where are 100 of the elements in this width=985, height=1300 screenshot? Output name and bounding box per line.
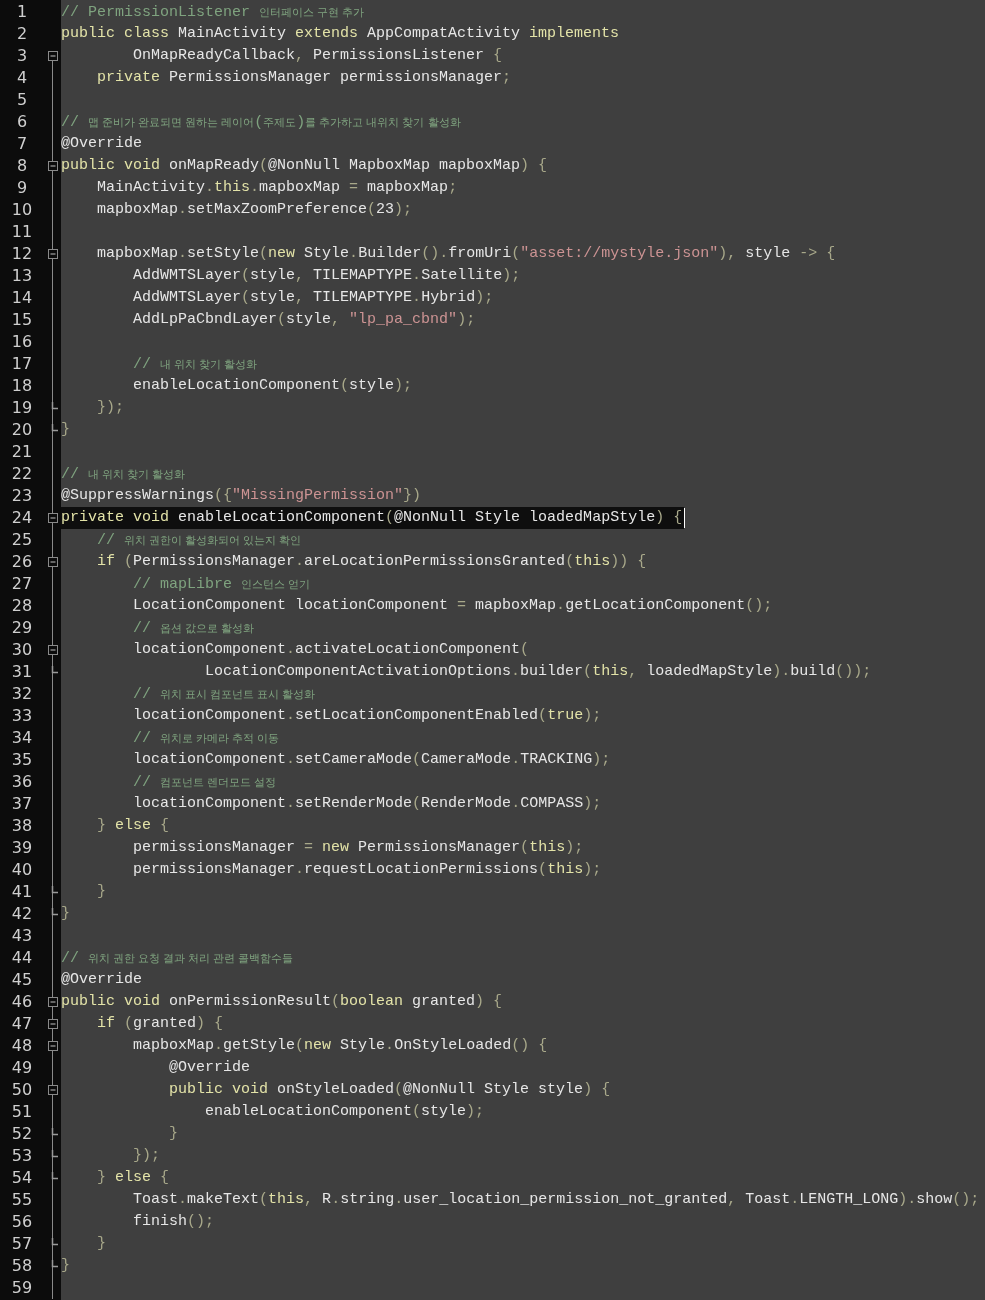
line-number: 42: [10, 903, 34, 925]
line-number: 24: [10, 507, 34, 529]
code-line: // 옵션 값으로 활성화: [132, 619, 255, 639]
code-line: public void onStyleLoaded(@NonNull Style style) {: [168, 1080, 611, 1100]
line-number: 6: [15, 111, 29, 133]
line-number: 52: [10, 1123, 34, 1145]
line-number: 29: [10, 617, 34, 639]
line-number: 28: [10, 595, 34, 617]
line-number: 34: [10, 727, 34, 749]
line-number: 54: [10, 1167, 34, 1189]
code-line: } else {: [96, 816, 170, 836]
collapse-icon[interactable]: [48, 513, 58, 523]
collapse-icon[interactable]: [48, 1041, 58, 1051]
code-line: locationComponent.setCameraMode(CameraMode.TRACKING);: [132, 750, 611, 770]
code-line: enableLocationComponent(style);: [132, 376, 413, 396]
line-number: 17: [10, 353, 34, 375]
code-line: AddWMTSLayer(style, TILEMAPTYPE.Hybrid);: [132, 288, 494, 308]
text-cursor: [684, 508, 686, 528]
line-number: 55: [10, 1189, 34, 1211]
code-line: public void onMapReady(@NonNull MapboxMap mapboxMap) {: [61, 156, 548, 176]
line-number: 39: [10, 837, 34, 859]
line-number: 16: [10, 331, 34, 353]
collapse-icon[interactable]: [48, 249, 58, 259]
code-line: finish();: [132, 1212, 215, 1232]
code-line: // 위치로 카메라 추적 이동: [132, 729, 280, 749]
line-number: 58: [10, 1255, 34, 1277]
line-number: 5: [15, 89, 29, 111]
collapse-icon[interactable]: [48, 997, 58, 1007]
code-line: MainActivity.this.mapboxMap = mapboxMap;: [96, 178, 458, 198]
line-number: 48: [10, 1035, 34, 1057]
line-number: 21: [10, 441, 34, 463]
code-line: permissionsManager.requestLocationPermissions(this);: [132, 860, 602, 880]
code-line: public class MainActivity extends AppCompatActivity implements: [61, 24, 620, 44]
code-line: // 위치 권한이 활성화되어 있는지 확인: [96, 531, 302, 551]
line-number: 25: [10, 529, 34, 551]
collapse-icon[interactable]: [48, 557, 58, 567]
collapse-icon[interactable]: [48, 161, 58, 171]
code-line: }: [61, 420, 70, 440]
line-number: 9: [15, 177, 29, 199]
line-number: 7: [15, 133, 29, 155]
line-number: 20: [10, 419, 34, 441]
line-number: 44: [10, 947, 34, 969]
line-number: 10: [10, 199, 34, 221]
line-number: 26: [10, 551, 34, 573]
code-line: OnMapReadyCallback, PermissionsListener {: [132, 46, 503, 66]
code-line: if (granted) {: [96, 1014, 224, 1034]
code-line: mapboxMap.setMaxZoomPreference(23);: [96, 200, 413, 220]
code-line: });: [132, 1146, 161, 1166]
code-line: LocationComponentActivationOptions.builder(this, loadedMapStyle).build());: [204, 662, 872, 682]
code-line: if (PermissionsManager.areLocationPermissionsGranted(this)) {: [96, 552, 647, 572]
code-line: @SuppressWarnings({"MissingPermission"}): [61, 486, 422, 506]
code-line: @Override: [61, 134, 142, 154]
line-number: 4: [15, 67, 29, 89]
line-number: 2: [15, 23, 29, 45]
line-number: 51: [10, 1101, 34, 1123]
line-number: 46: [10, 991, 34, 1013]
code-line: AddWMTSLayer(style, TILEMAPTYPE.Satellite);: [132, 266, 521, 286]
line-number: 47: [10, 1013, 34, 1035]
line-number: 22: [10, 463, 34, 485]
code-line: Toast.makeText(this, R.string.user_location_permission_not_granted, Toast.LENGTH_LONG).show();: [132, 1190, 980, 1210]
line-number: 50: [10, 1079, 34, 1101]
line-number: 12: [10, 243, 34, 265]
line-number: 45: [10, 969, 34, 991]
collapse-icon[interactable]: [48, 1019, 58, 1029]
code-line: // 위치 권한 요청 결과 처리 관련 콜백함수들: [61, 949, 294, 969]
code-line: });: [96, 398, 124, 418]
code-line: // 컴포넌트 렌더모드 설정: [132, 773, 277, 793]
code-line: permissionsManager = new PermissionsManager(this);: [132, 838, 584, 858]
code-line: @Override: [61, 970, 142, 990]
line-number: 56: [10, 1211, 34, 1233]
line-number: 19: [10, 397, 34, 419]
code-line: mapboxMap.getStyle(new Style.OnStyleLoaded() {: [132, 1036, 548, 1056]
code-line: locationComponent.setLocationComponentEnabled(true);: [132, 706, 602, 726]
code-line: }: [96, 882, 106, 902]
line-number: 53: [10, 1145, 34, 1167]
line-number: 43: [10, 925, 34, 947]
line-number: 8: [15, 155, 29, 177]
line-number: 3: [15, 45, 29, 67]
code-line: AddLpPaCbndLayer(style, "lp_pa_cbnd");: [132, 310, 476, 330]
code-line: mapboxMap.setStyle(new Style.Builder().fromUri("asset://mystyle.json"), style -> {: [96, 244, 836, 264]
line-number: 32: [10, 683, 34, 705]
line-number: 15: [10, 309, 34, 331]
line-number: 18: [10, 375, 34, 397]
code-line: // 내 위치 찾기 활성화: [61, 465, 186, 485]
collapse-icon[interactable]: [48, 1085, 58, 1095]
line-number: 41: [10, 881, 34, 903]
line-number: 31: [10, 661, 34, 683]
collapse-icon[interactable]: [48, 51, 58, 61]
line-number: 1: [15, 1, 29, 23]
code-line: }: [61, 904, 70, 924]
line-number: 27: [10, 573, 34, 595]
collapse-icon[interactable]: [48, 645, 58, 655]
code-line: // mapLibre 인스턴스 얻기: [132, 575, 311, 595]
code-line: public void onPermissionResult(boolean granted) {: [61, 992, 503, 1012]
code-line: @Override: [168, 1058, 251, 1078]
line-number: 49: [10, 1057, 34, 1079]
code-line: // 내 위치 찾기 활성화: [132, 355, 258, 375]
line-number: 14: [10, 287, 34, 309]
line-number: 33: [10, 705, 34, 727]
line-number: 59: [10, 1277, 34, 1299]
